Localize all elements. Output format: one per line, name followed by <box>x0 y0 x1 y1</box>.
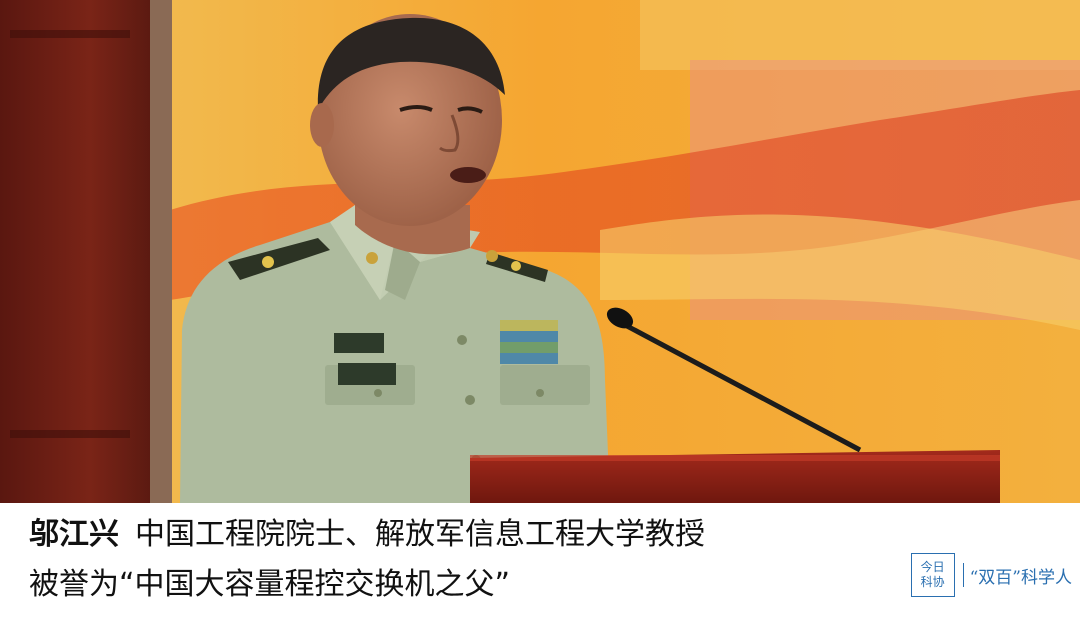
brand-logo-line-1: 今日 <box>920 560 945 574</box>
name-plate <box>338 363 396 385</box>
wall-panel <box>0 0 150 503</box>
person-name: 邬江兴 <box>29 517 119 552</box>
rank-badge <box>334 333 384 353</box>
brand-badge: 今日 科协 “双百”科学人 <box>910 553 1072 597</box>
mouth <box>450 167 486 183</box>
person-title: 中国工程院院士、解放军信息工程大学教授 <box>135 517 705 552</box>
caption-line-1: 邬江兴 中国工程院院士、解放军信息工程大学教授 <box>29 517 705 553</box>
brand-logo-line-2: 科协 <box>920 575 945 589</box>
badge-divider <box>962 563 964 587</box>
caption-line-2: 被誉为“中国大容量程控交换机之父” <box>29 567 511 602</box>
photo-illustration <box>0 0 1080 503</box>
brand-logo: 今日 科协 <box>910 553 955 597</box>
brand-series-name: “双百”科学人 <box>969 567 1072 588</box>
speaker-photo <box>0 0 1080 503</box>
caption-area: 邬江兴 中国工程院院士、解放军信息工程大学教授 被誉为“中国大容量程控交换机之父”… <box>0 503 1080 625</box>
